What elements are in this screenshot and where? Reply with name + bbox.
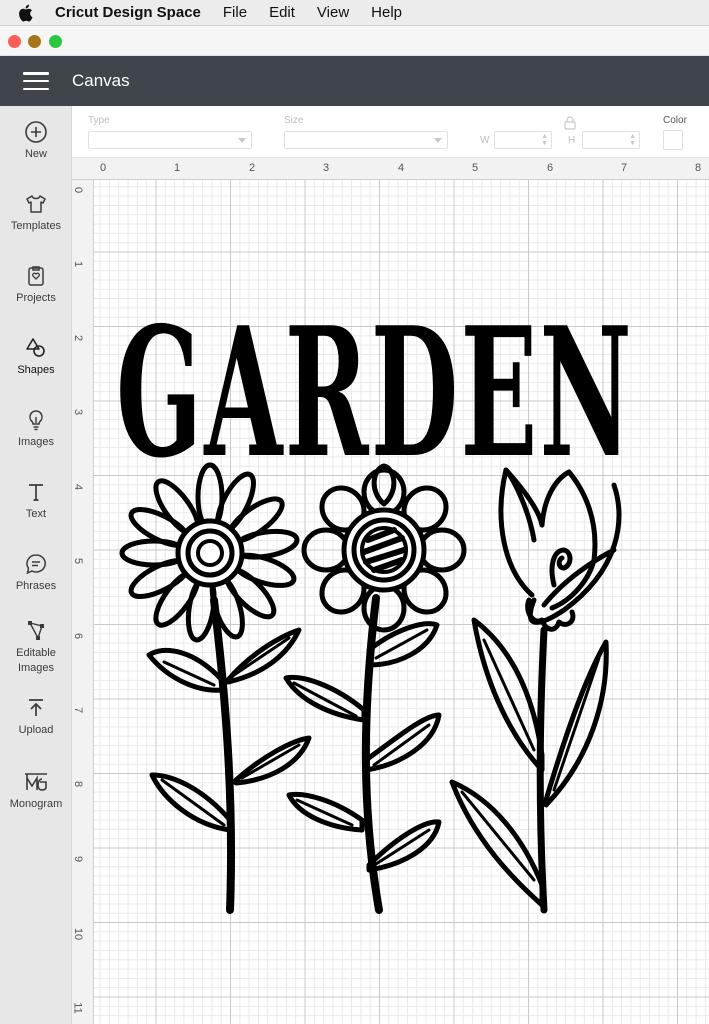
type-dropdown[interactable] bbox=[88, 131, 252, 149]
color-swatch[interactable] bbox=[663, 130, 683, 150]
menu-file[interactable]: File bbox=[223, 4, 247, 21]
garden-design[interactable]: GARDEN bbox=[94, 180, 709, 1024]
tshirt-icon bbox=[26, 195, 46, 213]
app-name-menu[interactable]: Cricut Design Space bbox=[55, 4, 201, 21]
window-titlebar bbox=[0, 26, 709, 56]
sidebar-item-label: New bbox=[24, 148, 47, 160]
width-label: W bbox=[480, 135, 490, 146]
ruler-tick-label: 11 bbox=[71, 1002, 84, 1014]
sidebar-item-new[interactable]: New bbox=[0, 120, 72, 160]
app-header: Canvas bbox=[0, 56, 709, 106]
sidebar-item-editable-images[interactable]: Editable Images bbox=[0, 618, 72, 676]
sidebar-item-monogram[interactable]: Monogram bbox=[0, 770, 72, 810]
ruler-tick-label: 3 bbox=[323, 162, 330, 174]
mac-menubar: Cricut Design Space File Edit View Help bbox=[0, 0, 709, 26]
close-window-button[interactable] bbox=[8, 35, 21, 48]
ruler-tick-label: 1 bbox=[174, 162, 181, 174]
daisy-flower[interactable] bbox=[119, 462, 312, 914]
vertical-ruler: 0 1 2 3 4 5 6 7 8 9 10 11 bbox=[72, 180, 94, 1024]
ruler-tick-label: 4 bbox=[72, 483, 85, 491]
ruler-tick-label: 3 bbox=[72, 408, 85, 416]
size-dropdown[interactable] bbox=[284, 131, 448, 149]
projects-icon bbox=[28, 266, 44, 286]
sidebar-item-label: Shapes bbox=[17, 364, 55, 376]
width-input[interactable]: ▲ ▼ bbox=[494, 131, 552, 149]
horizontal-ruler: 0 1 2 3 4 5 6 7 8 bbox=[72, 158, 709, 180]
height-label: H bbox=[568, 135, 576, 146]
tulip-flower[interactable] bbox=[449, 467, 622, 914]
zoom-window-button[interactable] bbox=[49, 35, 62, 48]
ruler-tick-label: 5 bbox=[72, 557, 85, 565]
page-title: Canvas bbox=[72, 71, 130, 90]
text-icon bbox=[29, 484, 43, 501]
speech-bubble-icon bbox=[26, 554, 46, 575]
chevron-down-icon bbox=[238, 138, 246, 143]
stepper-icon[interactable]: ▲ ▼ bbox=[541, 133, 548, 147]
sidebar-item-phrases[interactable]: Phrases bbox=[0, 552, 72, 592]
ruler-tick-label: 4 bbox=[398, 162, 405, 174]
sidebar-item-projects[interactable]: Projects bbox=[0, 264, 72, 304]
sidebar-item-text[interactable]: Text bbox=[0, 480, 72, 520]
minimize-window-button[interactable] bbox=[28, 35, 41, 48]
plus-circle-icon bbox=[25, 121, 47, 143]
ruler-tick-label: 7 bbox=[621, 162, 628, 174]
shapes-icon bbox=[26, 338, 45, 357]
color-label: Color bbox=[663, 115, 687, 126]
menu-edit[interactable]: Edit bbox=[269, 4, 295, 21]
sidebar-item-images[interactable]: Images bbox=[0, 408, 72, 448]
ruler-tick-label: 6 bbox=[72, 632, 85, 640]
sidebar-item-label: Editable Images bbox=[16, 647, 56, 674]
sidebar-item-label: Phrases bbox=[15, 580, 57, 592]
ruler-tick-label: 8 bbox=[695, 162, 702, 174]
sidebar-item-label: Templates bbox=[10, 220, 62, 232]
hamburger-icon[interactable] bbox=[23, 72, 49, 90]
type-label: Type bbox=[88, 115, 110, 126]
height-input[interactable]: ▲ ▼ bbox=[582, 131, 640, 149]
sidebar-item-templates[interactable]: Templates bbox=[0, 192, 72, 232]
sidebar-item-label: Images bbox=[17, 436, 55, 448]
menu-help[interactable]: Help bbox=[371, 4, 402, 21]
ruler-tick-label: 6 bbox=[547, 162, 554, 174]
lightbulb-icon bbox=[29, 410, 43, 431]
menu-view[interactable]: View bbox=[317, 4, 349, 21]
editable-images-icon bbox=[28, 621, 44, 640]
sidebar-item-label: Upload bbox=[18, 724, 54, 736]
ruler-tick-label: 2 bbox=[249, 162, 256, 174]
ruler-tick-label: 10 bbox=[72, 927, 85, 941]
sidebar-item-label: Projects bbox=[16, 292, 56, 304]
size-label: Size bbox=[284, 115, 304, 126]
ruler-tick-label: 5 bbox=[472, 162, 479, 174]
stepper-icon[interactable]: ▲ ▼ bbox=[629, 133, 636, 147]
design-panel-sidebar: New Templates Projects Shapes Images Tex… bbox=[0, 106, 72, 1024]
lock-icon[interactable] bbox=[564, 116, 576, 130]
ruler-tick-label: 7 bbox=[72, 706, 85, 714]
ruler-tick-label: 8 bbox=[72, 780, 85, 788]
edit-toolbar: Type Size W ▲ ▼ H ▲ ▼ Color bbox=[72, 106, 709, 158]
apple-icon[interactable] bbox=[15, 4, 35, 22]
ruler-tick-label: 0 bbox=[72, 186, 85, 194]
sidebar-item-upload[interactable]: Upload bbox=[0, 696, 72, 736]
sidebar-item-label: Text bbox=[25, 508, 47, 520]
sunflower-flower[interactable] bbox=[283, 463, 467, 914]
monogram-icon bbox=[25, 773, 47, 791]
ruler-tick-label: 2 bbox=[72, 334, 85, 342]
chevron-down-icon bbox=[434, 138, 442, 143]
sidebar-item-shapes[interactable]: Shapes bbox=[0, 336, 72, 376]
ruler-tick-label: 9 bbox=[72, 855, 85, 863]
ruler-tick-label: 1 bbox=[72, 260, 85, 268]
ruler-tick-label: 0 bbox=[100, 162, 107, 174]
garden-word-art[interactable]: GARDEN bbox=[116, 288, 634, 497]
upload-icon bbox=[29, 699, 43, 716]
sidebar-item-label: Monogram bbox=[9, 798, 63, 810]
